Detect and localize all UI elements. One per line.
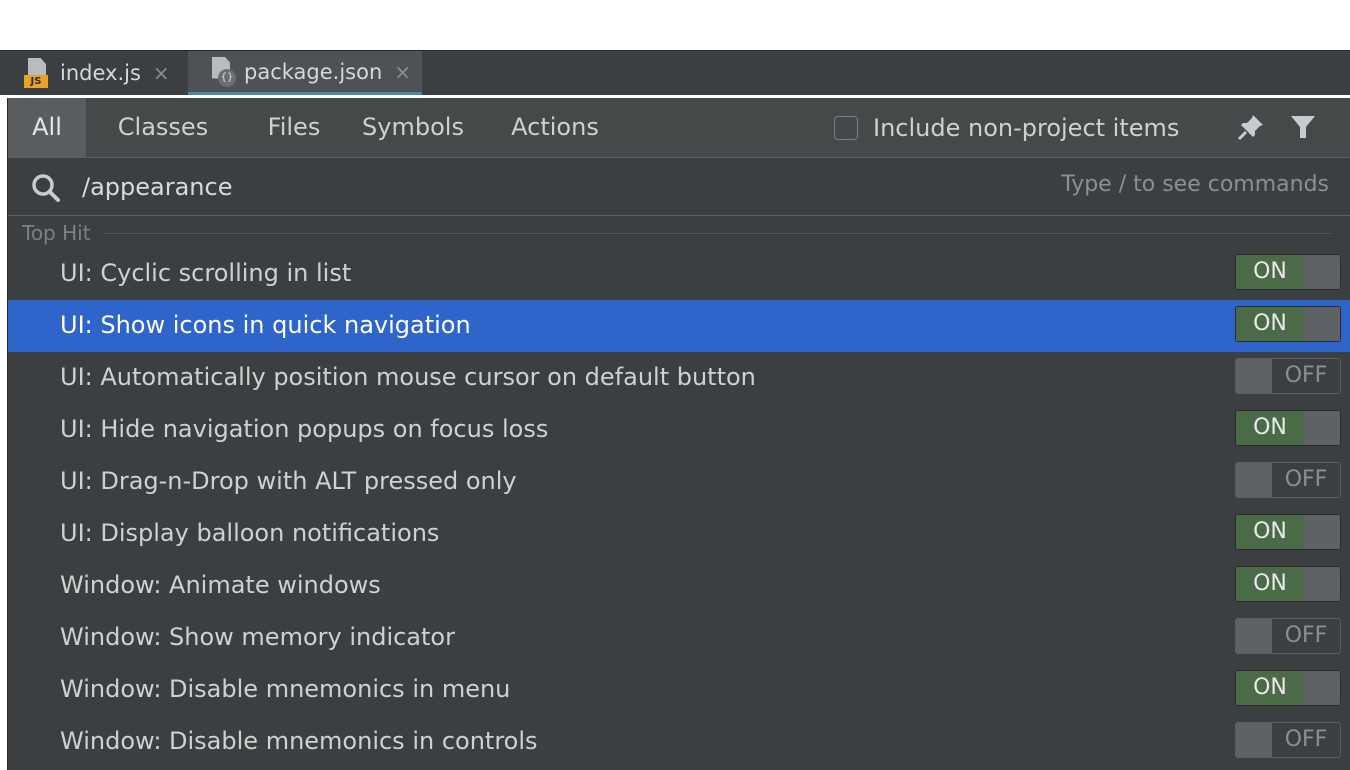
include-non-project-option[interactable]: Include non-project items: [834, 98, 1179, 157]
close-icon[interactable]: ×: [394, 60, 411, 84]
scope-tab-bar: All Classes Files Symbols Actions Includ…: [8, 98, 1350, 158]
search-input[interactable]: [82, 166, 962, 208]
result-row-5[interactable]: UI: Display balloon notifications ON: [8, 508, 1350, 560]
tab-all[interactable]: All: [8, 98, 86, 157]
tab-files[interactable]: Files: [240, 98, 348, 157]
editor-tab-package-json[interactable]: {} package.json ×: [188, 51, 422, 95]
result-label: UI: Show icons in quick navigation: [60, 311, 471, 339]
toggle-switch[interactable]: OFF: [1235, 618, 1341, 654]
toggle-state: ON: [1236, 567, 1304, 601]
tab-classes[interactable]: Classes: [86, 98, 240, 157]
toggle-state: ON: [1236, 307, 1304, 341]
result-label: Window: Animate windows: [60, 571, 381, 599]
tab-actions[interactable]: Actions: [484, 98, 626, 157]
group-header: Top Hit: [8, 218, 1350, 248]
toggle-switch[interactable]: ON: [1235, 306, 1341, 342]
json-file-icon: {}: [208, 56, 236, 87]
js-file-icon: JS: [24, 58, 52, 88]
screenshot-frame: JS index.js × {} package.json × All Clas…: [0, 0, 1350, 770]
result-row-6[interactable]: Window: Animate windows ON: [8, 560, 1350, 612]
toggle-state: ON: [1236, 515, 1304, 549]
search-row: Type / to see commands: [8, 158, 1350, 216]
include-non-project-checkbox[interactable]: [834, 115, 858, 140]
toggle-switch[interactable]: OFF: [1235, 462, 1341, 498]
result-row-9[interactable]: Window: Disable mnemonics in controls OF…: [8, 716, 1350, 768]
close-icon[interactable]: ×: [153, 61, 170, 85]
toggle-state: OFF: [1284, 727, 1328, 752]
toggle-state: OFF: [1284, 623, 1328, 648]
result-label: UI: Drag-n-Drop with ALT pressed only: [60, 467, 517, 495]
toggle-state: OFF: [1284, 467, 1328, 492]
result-label: UI: Cyclic scrolling in list: [60, 259, 352, 287]
search-hint: Type / to see commands: [1061, 172, 1329, 197]
toggle-switch[interactable]: ON: [1235, 670, 1341, 706]
toggle-state: OFF: [1284, 363, 1328, 388]
search-everywhere-popup: All Classes Files Symbols Actions Includ…: [7, 98, 1350, 770]
search-icon: [32, 174, 60, 202]
editor-tab-bar: JS index.js × {} package.json ×: [0, 50, 1350, 95]
toggle-state: ON: [1236, 671, 1304, 705]
toggle-state: ON: [1236, 255, 1304, 289]
group-divider: [102, 232, 1331, 234]
result-row-7[interactable]: Window: Show memory indicator OFF: [8, 612, 1350, 664]
result-row-2[interactable]: UI: Automatically position mouse cursor …: [8, 352, 1350, 404]
toggle-state: ON: [1236, 411, 1304, 445]
group-header-label: Top Hit: [22, 221, 91, 245]
toggle-switch[interactable]: ON: [1235, 254, 1341, 290]
result-label: Window: Disable mnemonics in menu: [60, 675, 511, 703]
editor-tab-index-js[interactable]: JS index.js ×: [12, 51, 186, 95]
result-label: UI: Automatically position mouse cursor …: [60, 363, 756, 391]
result-row-1[interactable]: UI: Show icons in quick navigation ON: [8, 300, 1350, 352]
result-label: UI: Hide navigation popups on focus loss: [60, 415, 549, 443]
result-row-4[interactable]: UI: Drag-n-Drop with ALT pressed only OF…: [8, 456, 1350, 508]
editor-tab-label: index.js: [60, 61, 141, 85]
editor-tab-label: package.json: [244, 59, 383, 84]
result-label: UI: Display balloon notifications: [60, 519, 440, 547]
result-row-0[interactable]: UI: Cyclic scrolling in list ON: [8, 248, 1350, 300]
toggle-switch[interactable]: ON: [1235, 514, 1341, 550]
toggle-switch[interactable]: ON: [1235, 566, 1341, 602]
pin-icon[interactable]: [1234, 110, 1268, 144]
result-label: Window: Disable mnemonics in controls: [60, 727, 538, 755]
result-row-8[interactable]: Window: Disable mnemonics in menu ON: [8, 664, 1350, 716]
toggle-switch[interactable]: OFF: [1235, 358, 1341, 394]
filter-icon[interactable]: [1286, 110, 1320, 144]
results-list: UI: Cyclic scrolling in list ON UI: Show…: [8, 248, 1350, 768]
result-row-3[interactable]: UI: Hide navigation popups on focus loss…: [8, 404, 1350, 456]
tab-symbols[interactable]: Symbols: [348, 98, 478, 157]
toggle-switch[interactable]: ON: [1235, 410, 1341, 446]
toggle-switch[interactable]: OFF: [1235, 722, 1341, 758]
include-non-project-label: Include non-project items: [873, 113, 1180, 142]
result-label: Window: Show memory indicator: [60, 623, 455, 651]
